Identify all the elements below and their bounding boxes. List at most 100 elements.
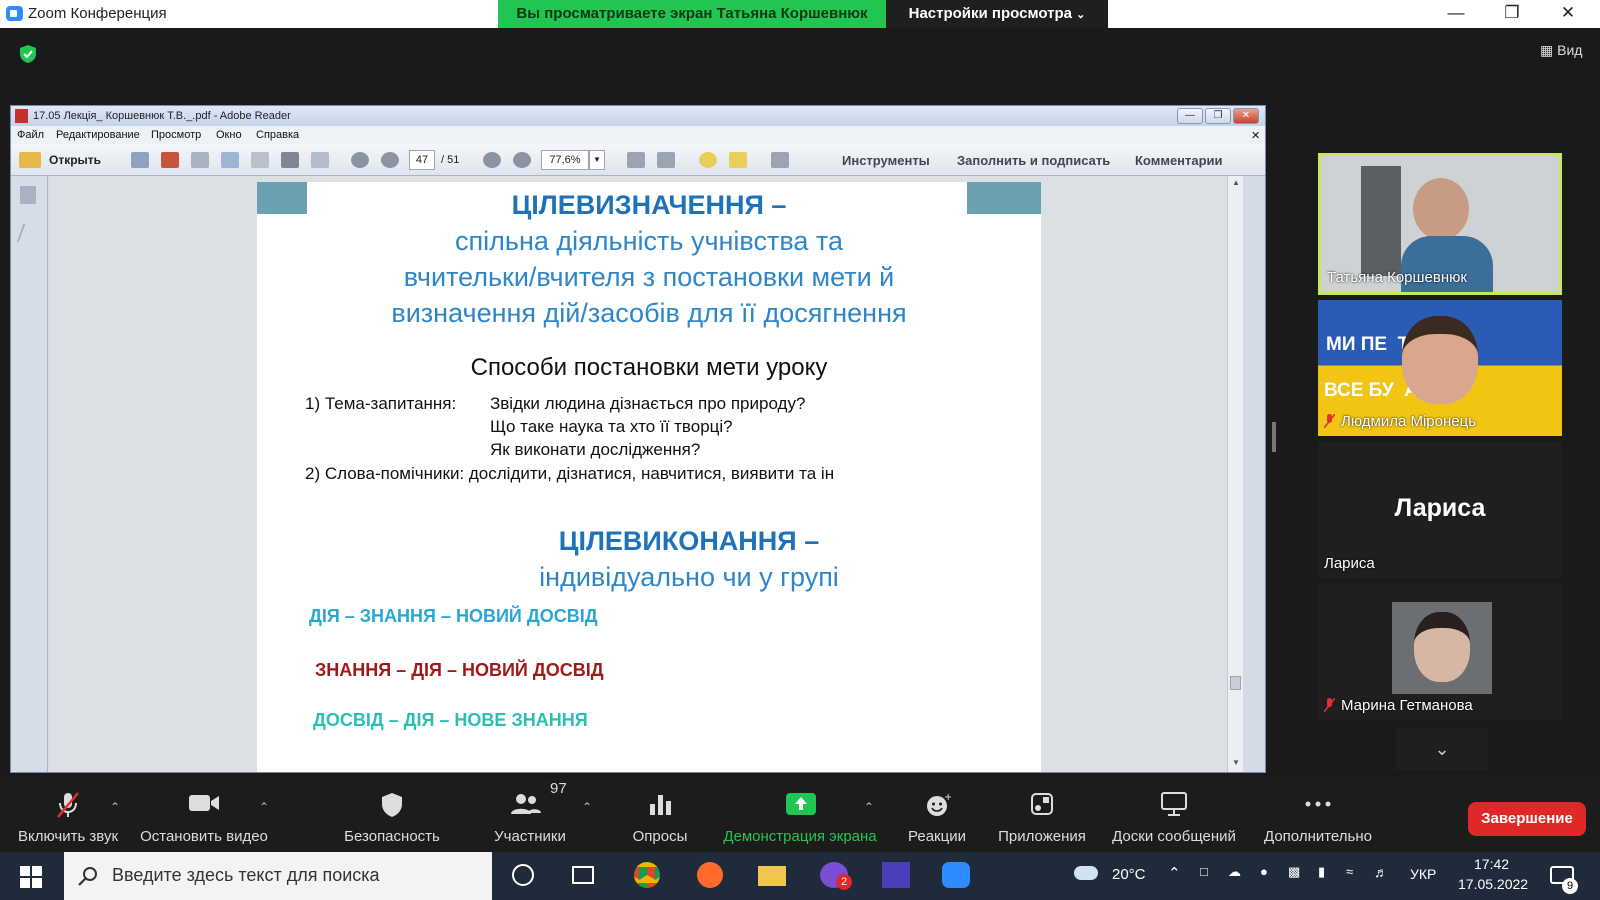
minimize-button[interactable]: — [1428,0,1484,28]
more-button[interactable]: Дополнительно [1256,778,1380,852]
adobe-minimize-button[interactable]: — [1177,108,1203,124]
comment-icon[interactable] [699,152,717,168]
participants-options-caret-icon[interactable]: ⌃ [582,800,592,814]
page-up-icon[interactable] [351,152,369,168]
email-icon[interactable] [311,152,329,168]
shield-icon [382,793,402,817]
scroll-thumb[interactable] [1230,676,1241,690]
onedrive-icon[interactable]: ☁ [1228,864,1241,880]
stop-video-button[interactable]: Остановить видео [136,778,272,852]
create-pdf-icon[interactable] [131,152,149,168]
panel-splitter[interactable] [1272,422,1276,452]
wifi-icon[interactable]: ≈ [1346,864,1353,879]
chrome-icon[interactable] [634,862,660,888]
zoom-level-input[interactable]: 77,6% [541,150,589,170]
cloud-upload-icon[interactable] [221,152,239,168]
whiteboard-button[interactable]: Доски сообщений [1104,778,1244,852]
unmute-button[interactable]: Включить звук [8,778,128,852]
share-screen-label: Демонстрация экрана [723,828,877,845]
participant-tile-active[interactable]: Татьяна Коршевнюк [1318,153,1562,295]
security-button[interactable]: Безопасность [332,778,452,852]
end-meeting-button[interactable]: Завершение [1468,802,1586,836]
view-settings-button[interactable]: Настройки просмотра ⌄ [886,0,1108,28]
fill-sign-tab[interactable]: Заполнить и подписать [957,153,1110,168]
polls-button[interactable]: Опросы [606,778,714,852]
scroll-up-icon[interactable]: ▲ [1228,178,1244,190]
audio-options-caret-icon[interactable]: ⌃ [110,800,120,814]
video-options-caret-icon[interactable]: ⌃ [259,800,269,814]
highlight-icon[interactable] [729,152,747,168]
encryption-shield-icon[interactable] [18,44,38,64]
zoom-in-icon[interactable] [513,152,531,168]
zoom-out-icon[interactable] [483,152,501,168]
slide-methods-title: Способи постановки мети уроку [470,354,828,381]
volume-icon[interactable]: ♬ [1374,864,1388,880]
menu-window[interactable]: Окно [216,129,242,141]
close-button[interactable]: ✕ [1540,0,1596,28]
comments-tab[interactable]: Комментарии [1135,153,1223,168]
clock-time[interactable]: 17:42 [1474,856,1509,872]
language-indicator[interactable]: УКР [1410,866,1436,882]
page-down-icon[interactable] [381,152,399,168]
participant-tile[interactable]: Марина Гетманова [1318,584,1562,720]
navigation-panel [11,176,48,772]
weather-cloud-icon[interactable] [1074,866,1098,880]
tray-expand-icon[interactable]: ⌃ [1168,864,1181,882]
task-view-icon[interactable] [572,866,594,884]
menu-edit[interactable]: Редактирование [56,129,140,141]
menu-file[interactable]: Файл [17,129,44,141]
microphone-icon[interactable]: ● [1260,864,1268,879]
cortana-icon[interactable] [512,864,534,886]
network-icon[interactable]: ▩ [1288,864,1300,880]
edit-icon[interactable] [191,152,209,168]
menu-help[interactable]: Справка [256,129,299,141]
zoom-dropdown-icon[interactable]: ▼ [589,150,605,170]
share-screen-button[interactable]: Демонстрация экрана [712,778,888,852]
restore-button[interactable]: ❐ [1484,0,1540,28]
document-close-icon[interactable]: ✕ [1251,129,1260,142]
zoom-taskbar-icon[interactable] [942,862,970,888]
open-folder-icon[interactable] [19,152,41,168]
participants-button[interactable]: 97 Участники [470,778,590,852]
open-button[interactable]: Открыть [49,153,101,167]
participant-tile[interactable]: МИ ПЕ ТЕМО! ВСЕ БУ АЇНА! Людмила Міронец… [1318,300,1562,436]
scroll-down-icon[interactable]: ▼ [1228,758,1244,770]
export-pdf-icon[interactable] [161,152,179,168]
grid-icon: ▦ [1540,42,1554,58]
viber-badge: 2 [836,874,852,890]
apps-button[interactable]: Приложения [990,778,1094,852]
temperature[interactable]: 20°C [1112,866,1146,883]
taskbar-search-box[interactable]: Введите здесь текст для поиска [64,852,492,900]
participant-tile[interactable]: Лариса Лариса [1318,442,1562,578]
vertical-scrollbar[interactable]: ▲ ▼ [1227,176,1243,772]
video-person-face [1402,316,1478,404]
participant-avatar-name: Лариса [1394,494,1486,522]
menu-view[interactable]: Просмотр [151,129,201,141]
battery-icon[interactable]: ▮ [1318,864,1325,880]
fit-width-icon[interactable] [627,152,645,168]
video-person-face [1413,178,1469,240]
clock-date[interactable]: 17.05.2022 [1458,876,1528,892]
adobe-close-button[interactable]: ✕ [1233,108,1259,124]
windows-start-icon[interactable] [20,866,42,888]
file-explorer-icon[interactable] [758,866,786,886]
zoom-app-icon [6,6,23,21]
tray-app-icon[interactable]: □ [1200,864,1208,879]
attachments-paperclip-icon[interactable] [16,224,40,242]
fullscreen-icon[interactable] [771,152,789,168]
pages-panel-icon[interactable] [20,186,36,204]
share-options-caret-icon[interactable]: ⌃ [864,800,874,814]
tools-tab[interactable]: Инструменты [842,153,930,168]
scroll-participants-down-button[interactable]: ⌄ [1396,728,1488,770]
browser-icon[interactable] [697,862,723,888]
adobe-restore-button[interactable]: ❐ [1205,108,1231,124]
save-app-icon[interactable] [882,862,910,888]
save-icon[interactable] [251,152,269,168]
participant-count: 97 [550,780,567,797]
fit-page-icon[interactable] [657,152,675,168]
page-number-input[interactable]: 47 [409,150,435,170]
view-button[interactable]: ▦ Вид [1540,42,1582,59]
reactions-button[interactable]: + Реакции [892,778,982,852]
print-icon[interactable] [281,152,299,168]
share-screen-icon [786,793,816,815]
